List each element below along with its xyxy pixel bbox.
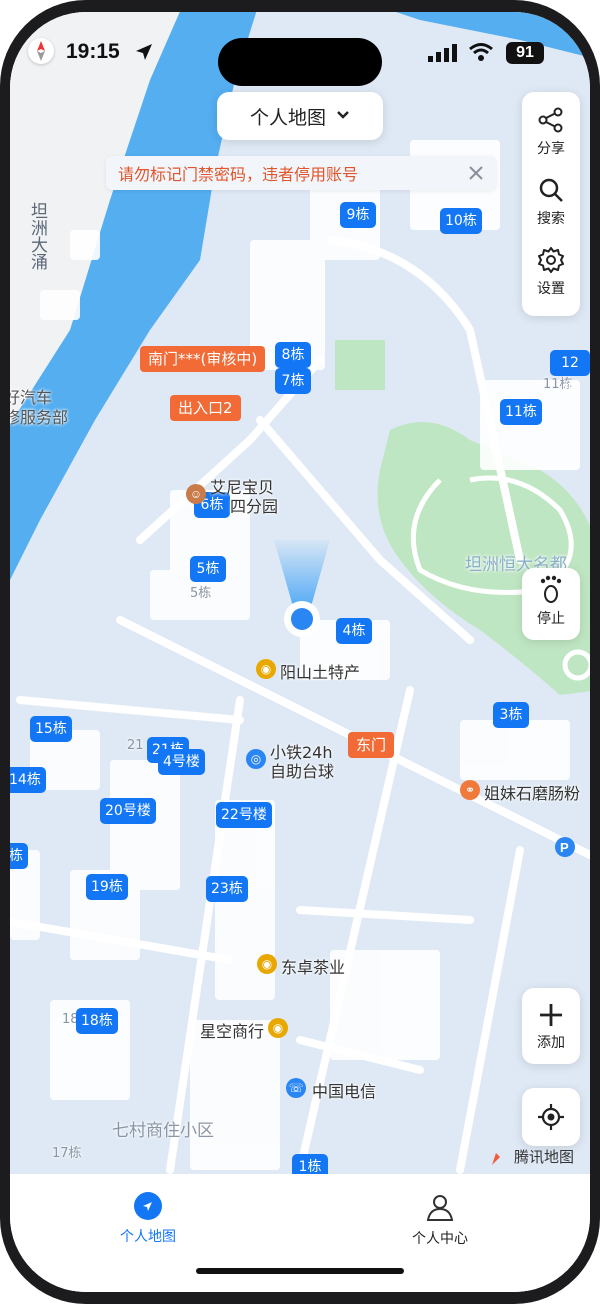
building-marker-3[interactable]: 3栋 <box>493 702 529 728</box>
store-label[interactable]: 星空商行 <box>200 1018 264 1042</box>
locate-button[interactable] <box>522 1088 580 1146</box>
building-marker-20[interactable]: 20号楼 <box>100 798 156 824</box>
location-arrow-icon <box>134 42 154 67</box>
settings-button[interactable]: 设置 <box>522 246 580 298</box>
phone-frame: P 坦洲大涌 好汽车 修服务部 坦洲恒大名都 七村商住小区 18 17栋 5栋 … <box>0 0 600 1304</box>
kindergarten-label-2[interactable]: 四分园 <box>230 493 278 517</box>
svg-text:P: P <box>560 840 569 855</box>
building-marker-14[interactable]: 14栋 <box>10 767 46 793</box>
building-marker-22[interactable]: 22号楼 <box>216 802 272 828</box>
watermark-text: 腾讯地图 <box>514 1148 575 1166</box>
screen: P 坦洲大涌 好汽车 修服务部 坦洲恒大名都 七村商住小区 18 17栋 5栋 … <box>10 12 590 1292</box>
map-canvas[interactable]: P <box>10 12 590 1292</box>
signal-icon <box>428 44 458 67</box>
tab-profile-label: 个人中心 <box>412 1231 468 1247</box>
notice-text: 请勿标记门禁密码，违者停用账号 <box>118 165 359 184</box>
notice-banner: 请勿标记门禁密码，违者停用账号 <box>106 156 496 190</box>
add-label: 添加 <box>537 1035 565 1051</box>
search-button[interactable]: 搜索 <box>522 176 580 228</box>
building-marker-15[interactable]: 15栋 <box>30 716 72 742</box>
river-road-label: 坦洲大涌 <box>28 202 47 270</box>
local-products-label[interactable]: 阳山土特产 <box>280 659 360 683</box>
share-button[interactable]: 分享 <box>522 106 580 158</box>
status-time: 19:15 <box>66 40 120 63</box>
search-label: 搜索 <box>537 211 565 227</box>
plus-icon <box>540 1004 562 1026</box>
compass-icon[interactable] <box>28 38 54 64</box>
wifi-icon <box>468 42 494 67</box>
building-small-17: 17栋 <box>52 1146 82 1161</box>
tab-personal-map-label: 个人地图 <box>120 1229 176 1245</box>
map-selector[interactable]: 个人地图 <box>217 92 383 140</box>
building-small-21: 21 <box>127 738 144 753</box>
tab-bar <box>10 1174 590 1292</box>
tencent-map-logo: 腾讯地图 <box>490 1146 574 1167</box>
exit-2-tag[interactable]: 出入口2 <box>170 395 241 421</box>
telecom-icon: ☏ <box>286 1078 306 1098</box>
billiards-label-2[interactable]: 自助台球 <box>270 758 334 782</box>
building-marker-5[interactable]: 5栋 <box>190 556 226 582</box>
building-marker-8[interactable]: 8栋 <box>275 342 311 368</box>
crosshair-icon <box>538 1104 564 1130</box>
building-marker-12[interactable]: 12栋 <box>550 350 590 397</box>
south-gate-tag[interactable]: 南门***(审核中) <box>140 346 266 372</box>
add-button-content: 添加 <box>522 1002 580 1052</box>
east-gate-tag[interactable]: 东门 <box>348 732 395 758</box>
tab-personal-map[interactable]: 个人地图 <box>120 1192 176 1246</box>
building-marker-9[interactable]: 9栋 <box>340 202 376 228</box>
tea-shop-icon: ◉ <box>257 954 277 974</box>
tea-label[interactable]: 东卓茶业 <box>281 954 345 978</box>
share-label: 分享 <box>537 141 565 157</box>
building-marker-19[interactable]: 19栋 <box>86 874 128 900</box>
chevron-down-icon <box>336 107 350 125</box>
compass-nav-icon <box>134 1192 162 1220</box>
search-icon <box>539 178 563 202</box>
building-marker-23[interactable]: 23栋 <box>206 876 248 902</box>
close-icon[interactable] <box>468 165 484 186</box>
share-icon <box>538 107 563 133</box>
kindergarten-icon: ☺ <box>186 484 206 504</box>
map-title: 个人地图 <box>249 106 326 129</box>
village-label: 七村商住小区 <box>112 1121 214 1141</box>
building-marker-11[interactable]: 11栋 <box>500 399 542 425</box>
building-marker-edge[interactable]: 栋 <box>10 843 28 869</box>
telecom-label[interactable]: 中国电信 <box>312 1078 376 1102</box>
stop-button-content: 停止 <box>522 574 580 628</box>
building-marker-4[interactable]: 4栋 <box>336 618 372 644</box>
shop-icon: ◉ <box>256 659 276 679</box>
settings-label: 设置 <box>537 281 565 297</box>
battery-indicator: 91 <box>506 42 544 64</box>
tab-profile[interactable]: 个人中心 <box>412 1192 468 1248</box>
building-marker-4-hao[interactable]: 4号楼 <box>158 749 205 775</box>
restaurant-icon: ⚭ <box>460 780 480 800</box>
stop-label: 停止 <box>537 611 565 627</box>
building-small-5: 5栋 <box>190 586 212 601</box>
tencent-logo-icon <box>492 1148 508 1165</box>
building-marker-7[interactable]: 7栋 <box>275 368 311 394</box>
footprint-icon <box>540 575 562 603</box>
gear-icon <box>538 247 564 273</box>
home-indicator <box>196 1268 404 1274</box>
building-marker-18[interactable]: 18栋 <box>76 1008 118 1034</box>
store-icon: ◉ <box>268 1018 288 1038</box>
car-service-label-2: 修服务部 <box>10 408 69 427</box>
user-icon <box>426 1195 454 1221</box>
dynamic-island <box>218 38 382 86</box>
billiards-icon: ◎ <box>246 749 266 769</box>
rice-noodle-label[interactable]: 姐妹石磨肠粉 <box>484 780 580 804</box>
building-marker-10[interactable]: 10栋 <box>440 208 482 234</box>
